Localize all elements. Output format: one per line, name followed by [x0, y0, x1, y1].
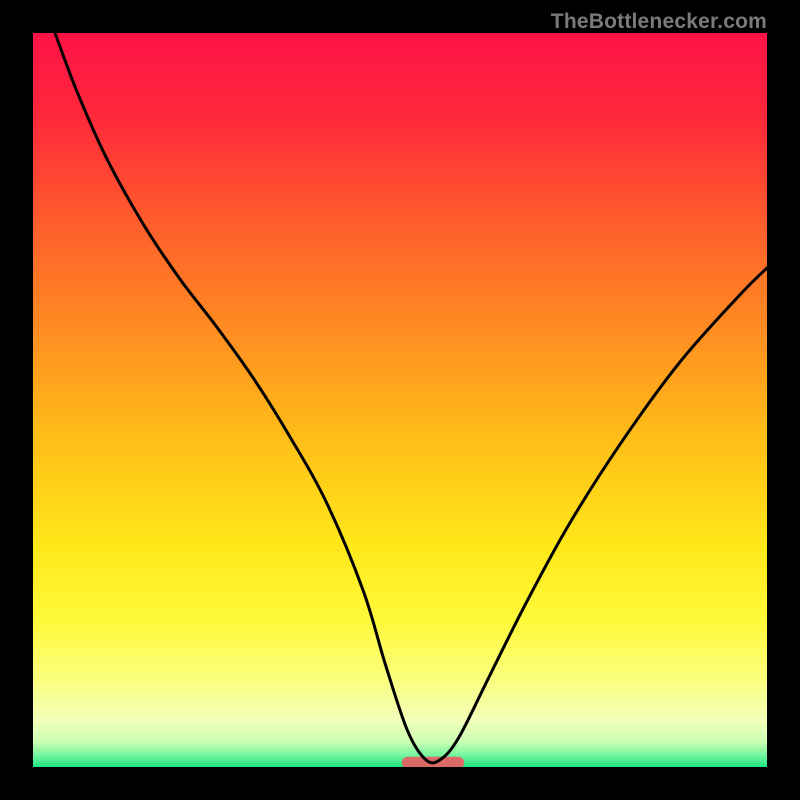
plot-svg	[33, 33, 767, 767]
plot-area	[33, 33, 767, 767]
gradient-background	[33, 33, 767, 767]
chart-frame: TheBottlenecker.com	[0, 0, 800, 800]
watermark-text: TheBottlenecker.com	[551, 10, 767, 34]
